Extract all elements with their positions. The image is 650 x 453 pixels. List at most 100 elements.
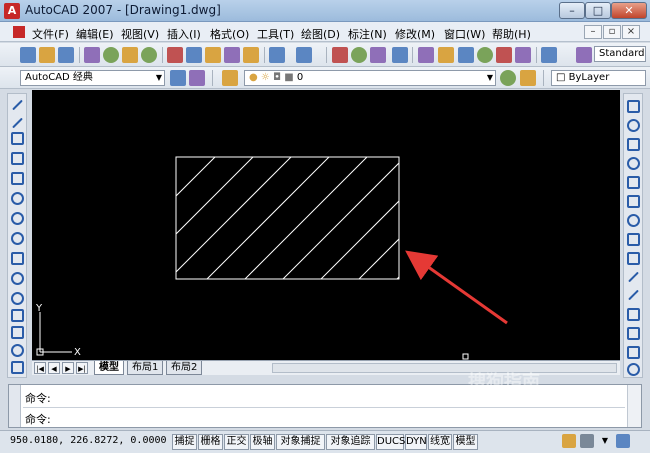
properties-icon[interactable] <box>418 47 434 63</box>
polyline-icon[interactable] <box>11 132 24 145</box>
rotate-icon[interactable] <box>627 214 640 227</box>
menu-help[interactable]: 帮助(H) <box>492 26 531 42</box>
menu-file[interactable]: 文件(F) <box>32 26 69 42</box>
snap-toggle[interactable]: 捕捉 <box>172 434 197 450</box>
copy-object-icon[interactable] <box>627 119 640 132</box>
zoom-window-icon[interactable] <box>370 47 386 63</box>
menu-window[interactable]: 窗口(W) <box>444 26 485 42</box>
tab-layout1[interactable]: 布局1 <box>127 361 164 375</box>
drawing-canvas[interactable]: Y X <box>32 90 620 360</box>
arc-icon[interactable] <box>11 192 24 205</box>
mirror-icon[interactable] <box>627 138 640 151</box>
construction-line-icon[interactable] <box>12 117 23 129</box>
save-icon[interactable] <box>58 47 74 63</box>
lineweight-toggle[interactable]: 线宽 <box>428 434 452 450</box>
maximize-button[interactable]: □ <box>585 2 611 19</box>
extend-icon[interactable] <box>628 289 639 301</box>
doc-minimize-button[interactable]: – <box>584 25 602 39</box>
revision-cloud-icon[interactable] <box>11 232 24 245</box>
quickcalc-icon[interactable] <box>515 47 531 63</box>
redo-icon[interactable] <box>296 47 312 63</box>
point-icon[interactable] <box>11 344 24 357</box>
command-window[interactable]: 命令: 命令: <box>8 384 642 428</box>
publish-icon[interactable] <box>122 47 138 63</box>
fillet-icon[interactable] <box>627 363 640 376</box>
insert-block-icon[interactable] <box>11 309 24 322</box>
chevron-down-icon[interactable]: ▼ <box>598 434 612 448</box>
trim-icon[interactable] <box>628 271 639 283</box>
hatch-icon[interactable] <box>11 361 24 374</box>
undo-icon[interactable] <box>269 47 285 63</box>
move-icon[interactable] <box>627 195 640 208</box>
minimize-button[interactable]: – <box>559 2 585 19</box>
plot-preview-icon[interactable] <box>103 47 119 63</box>
communication-center-icon[interactable] <box>562 434 576 448</box>
dyn-toggle[interactable]: DYN <box>405 434 427 450</box>
model-toggle[interactable]: 模型 <box>453 434 478 450</box>
layer-manager-icon[interactable] <box>222 70 238 86</box>
first-tab-button[interactable]: |◀ <box>34 362 46 374</box>
doc-close-button[interactable]: × <box>622 25 640 39</box>
next-tab-button[interactable]: ▶ <box>62 362 74 374</box>
design-center-icon[interactable] <box>438 47 454 63</box>
otrack-toggle[interactable]: 对象追踪 <box>326 434 375 450</box>
polygon-icon[interactable] <box>11 152 24 165</box>
chamfer-icon[interactable] <box>627 346 640 359</box>
layer-dropdown[interactable]: ● ☼ ◘ ■ 0 ▼ <box>244 70 496 86</box>
pan-icon[interactable] <box>332 47 348 63</box>
markup-set-manager-icon[interactable] <box>496 47 512 63</box>
erase-icon[interactable] <box>627 100 640 113</box>
3d-dwf-icon[interactable] <box>141 47 157 63</box>
rectangle-boundary[interactable] <box>175 156 400 280</box>
spline-icon[interactable] <box>11 252 24 265</box>
make-current-layer-icon[interactable] <box>500 70 516 86</box>
rectangle-icon[interactable] <box>11 172 24 185</box>
doc-restore-button[interactable]: ▫ <box>603 25 621 39</box>
plot-icon[interactable] <box>84 47 100 63</box>
clean-screen-icon[interactable] <box>616 434 630 448</box>
command-scrollbar[interactable] <box>627 385 641 427</box>
menu-insert[interactable]: 插入(I) <box>167 26 201 42</box>
close-button[interactable]: ✕ <box>611 2 647 19</box>
layer-previous-icon[interactable] <box>520 70 536 86</box>
save-workspace-icon[interactable] <box>189 70 205 86</box>
tab-layout2[interactable]: 布局2 <box>166 361 203 375</box>
open-file-icon[interactable] <box>39 47 55 63</box>
block-editor-icon[interactable] <box>243 47 259 63</box>
ducs-toggle[interactable]: DUCS <box>376 434 405 450</box>
text-style-dropdown[interactable]: Standard <box>594 46 646 62</box>
document-icon[interactable] <box>13 26 25 38</box>
grid-toggle[interactable]: 栅格 <box>198 434 223 450</box>
menu-dimension[interactable]: 标注(N) <box>348 26 387 42</box>
break-icon[interactable] <box>627 308 640 321</box>
join-icon[interactable] <box>627 327 640 340</box>
autocad-app-icon[interactable]: A <box>4 3 20 19</box>
offset-icon[interactable] <box>627 157 640 170</box>
menu-format[interactable]: 格式(O) <box>210 26 249 42</box>
menu-tools[interactable]: 工具(T) <box>257 26 294 42</box>
menu-view[interactable]: 视图(V) <box>121 26 159 42</box>
workspace-dropdown[interactable]: AutoCAD 经典 ▼ <box>20 70 165 86</box>
help-icon[interactable] <box>541 47 557 63</box>
copy-icon[interactable] <box>186 47 202 63</box>
sheet-set-manager-icon[interactable] <box>477 47 493 63</box>
tool-palettes-icon[interactable] <box>458 47 474 63</box>
menu-modify[interactable]: 修改(M) <box>395 26 435 42</box>
ellipse-arc-icon[interactable] <box>11 292 24 305</box>
stretch-icon[interactable] <box>627 252 640 265</box>
command-window-grip[interactable] <box>9 385 21 427</box>
match-properties-icon[interactable] <box>224 47 240 63</box>
lock-icon[interactable] <box>580 434 594 448</box>
horizontal-scrollbar[interactable] <box>272 363 617 373</box>
zoom-previous-icon[interactable] <box>392 47 408 63</box>
polar-toggle[interactable]: 极轴 <box>250 434 275 450</box>
scale-icon[interactable] <box>627 233 640 246</box>
ellipse-icon[interactable] <box>11 272 24 285</box>
last-tab-button[interactable]: ▶| <box>76 362 88 374</box>
prev-tab-button[interactable]: ◀ <box>48 362 60 374</box>
circle-icon[interactable] <box>11 212 24 225</box>
paste-icon[interactable] <box>205 47 221 63</box>
tab-model[interactable]: 模型 <box>94 361 124 375</box>
zoom-realtime-icon[interactable] <box>351 47 367 63</box>
menu-draw[interactable]: 绘图(D) <box>301 26 340 42</box>
